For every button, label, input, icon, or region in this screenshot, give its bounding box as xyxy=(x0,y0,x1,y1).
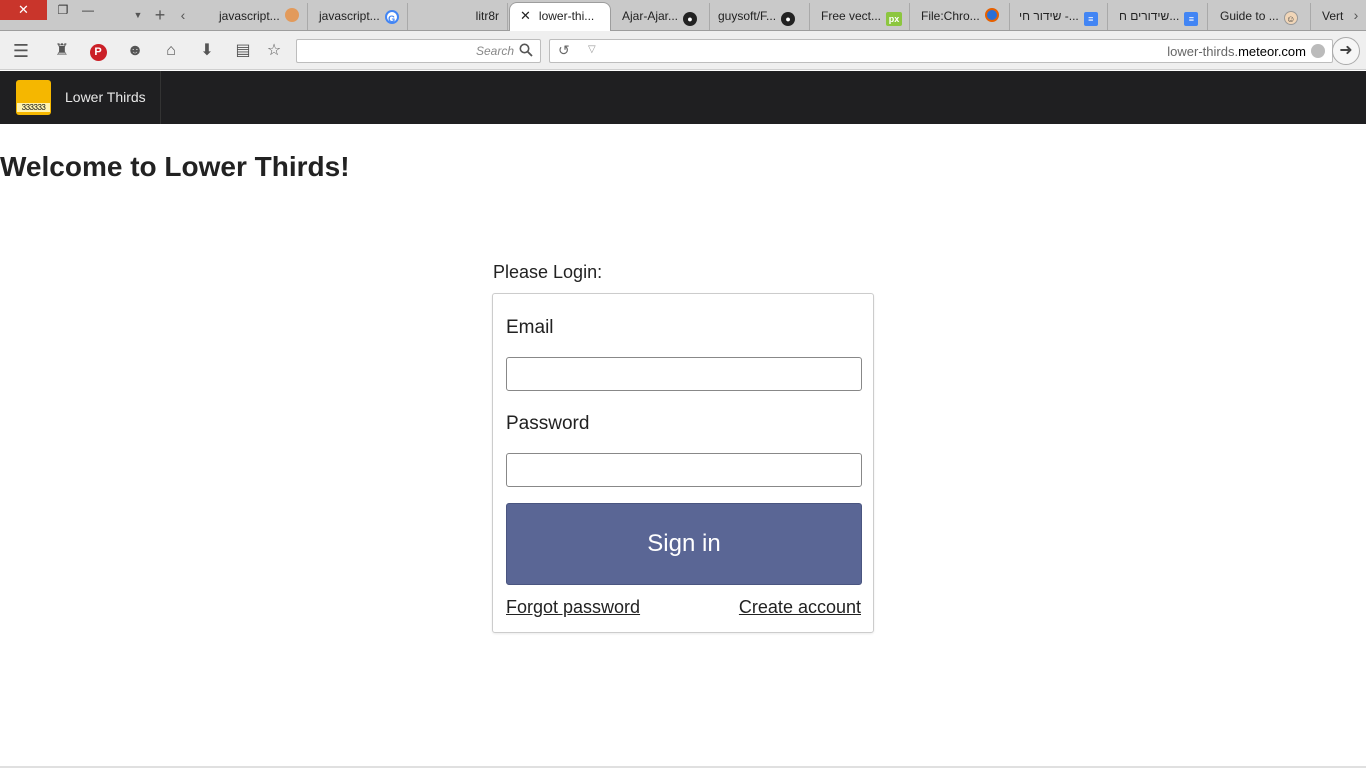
tab-label: Guide to ... xyxy=(1220,9,1279,23)
tab-label: File:Chro... xyxy=(921,9,980,23)
tab-label: Ajar-Ajar... xyxy=(622,9,679,23)
tab-label: Vert xyxy=(1322,9,1344,23)
scroll-tabs-left-icon[interactable]: ‹ xyxy=(173,5,193,25)
email-field[interactable] xyxy=(506,357,862,391)
chat-icon[interactable]: ☻ xyxy=(124,40,146,62)
tab-litr8r[interactable]: litr8r xyxy=(410,3,508,30)
tab-label: שידורים ח... xyxy=(1119,9,1180,23)
tab-javascript-1[interactable]: javascript... xyxy=(210,3,308,30)
scroll-tabs-right-icon[interactable]: › xyxy=(1346,5,1366,25)
email-label: Email xyxy=(506,317,554,338)
brand-name: Lower Thirds xyxy=(65,89,146,105)
tab-label: lower-thi... xyxy=(538,9,595,23)
browser-search-input[interactable]: Search xyxy=(296,39,541,63)
lower-thirds-logo: 333333 xyxy=(16,80,51,115)
tab-file-chrome[interactable]: File:Chro... xyxy=(912,3,1010,30)
tab-guide[interactable]: Guide to ... ☺ xyxy=(1211,3,1311,30)
tab-label: שידור חי -... xyxy=(1019,9,1079,23)
tab-label: guysoft/F... xyxy=(718,9,777,23)
tab-label: litr8r xyxy=(475,9,499,23)
face-icon: ☺ xyxy=(1283,11,1298,25)
px-icon: px xyxy=(886,12,903,26)
docs-icon: ≡ xyxy=(1184,12,1199,26)
browser-toolbar: ☰ ♜ P ☻ ⌂ ⬇ ▤ ☆ Search ↺ ▽ lower-thirds.… xyxy=(0,31,1366,70)
tab-guysoft[interactable]: guysoft/F... ● xyxy=(710,3,810,30)
minimize-window-button[interactable]: — xyxy=(75,0,101,20)
forgot-password-link[interactable]: Forgot password xyxy=(506,597,640,618)
history-dropdown-icon[interactable]: ▽ xyxy=(588,44,596,55)
tab-label: Free vect... xyxy=(821,9,882,23)
search-icon[interactable] xyxy=(519,43,533,57)
tab-live-broadcast[interactable]: שידור חי -... ≡ xyxy=(1010,3,1108,30)
close-window-button[interactable]: ✕ xyxy=(0,0,47,20)
download-icon[interactable]: ⬇ xyxy=(196,40,218,62)
sign-in-button[interactable]: Sign in xyxy=(506,503,862,585)
firefox-icon xyxy=(984,8,999,22)
url-text: lower-thirds.meteor.com xyxy=(1167,44,1306,59)
tab-lower-thirds[interactable]: ✕ lower-thi... xyxy=(509,2,611,31)
tab-label: javascript... xyxy=(319,9,380,23)
globe-icon xyxy=(1311,44,1325,58)
page-title: Welcome to Lower Thirds! xyxy=(0,151,350,182)
bookmark-star-icon[interactable]: ☆ xyxy=(263,40,285,62)
close-tab-icon[interactable]: ✕ xyxy=(520,8,531,23)
pinterest-icon[interactable]: P xyxy=(87,40,109,62)
tab-list-dropdown-icon[interactable]: ▼ xyxy=(128,5,148,25)
reload-icon[interactable]: ↺ xyxy=(558,42,570,59)
flame-icon xyxy=(284,8,299,22)
restore-window-button[interactable]: ❐ xyxy=(50,0,76,20)
login-prompt: Please Login: xyxy=(493,262,603,282)
password-label: Password xyxy=(506,413,590,434)
site-navbar: 333333 Lower Thirds xyxy=(0,71,1366,124)
brand-link[interactable]: 333333 Lower Thirds xyxy=(0,71,161,124)
address-bar[interactable]: ↺ ▽ lower-thirds.meteor.com xyxy=(549,39,1333,63)
menu-icon[interactable]: ☰ xyxy=(10,40,32,62)
tab-javascript-2[interactable]: javascript... G xyxy=(310,3,408,30)
clipboard-icon[interactable]: ▤ xyxy=(232,40,254,62)
tab-free-vectors[interactable]: Free vect... px xyxy=(812,3,910,30)
create-account-link[interactable]: Create account xyxy=(739,597,861,618)
google-icon: G xyxy=(384,10,399,24)
github-icon: ● xyxy=(683,12,698,26)
login-form: Email Password Sign in Forgot password C… xyxy=(492,293,874,633)
tab-ajar[interactable]: Ajar-Ajar... ● xyxy=(612,3,710,30)
tab-label: javascript... xyxy=(219,9,280,23)
search-placeholder: Search xyxy=(475,44,514,58)
docs-icon: ≡ xyxy=(1083,12,1098,26)
new-tab-button[interactable]: + xyxy=(150,5,170,25)
home-icon[interactable]: ⌂ xyxy=(160,40,182,62)
tab-broadcasts[interactable]: שידורים ח... ≡ xyxy=(1110,3,1208,30)
github-icon: ● xyxy=(781,12,796,26)
browser-tab-strip: ✕ ❐ — ▼ + ‹ javascript... javascript... G… xyxy=(0,0,1366,31)
password-field[interactable] xyxy=(506,453,862,487)
go-button[interactable]: ➜ xyxy=(1332,37,1360,65)
logo-text: 333333 xyxy=(17,103,50,112)
extension-icon[interactable]: ♜ xyxy=(51,40,73,62)
